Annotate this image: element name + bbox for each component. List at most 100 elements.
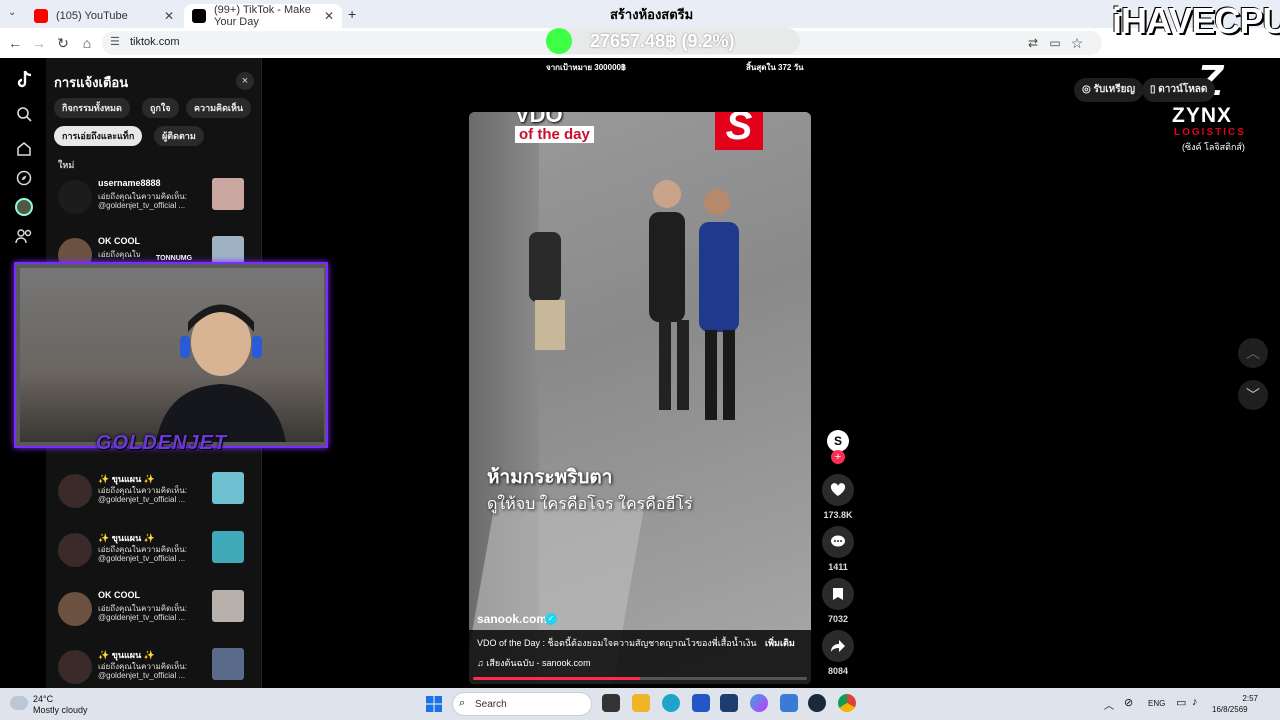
notification-user[interactable]: OK COOL [98,236,140,246]
notification-thumbnail[interactable] [212,531,244,563]
follow-plus-icon[interactable]: + [831,450,845,464]
cast-icon[interactable]: ▭ [1046,34,1064,52]
notification-thumbnail[interactable] [212,472,244,504]
taskbar-search[interactable]: ⌕ Search [452,692,592,716]
creator-avatar-icon[interactable]: S [827,430,849,452]
video-progress-bar[interactable] [473,677,807,680]
sponsor-sub: LOGISTICS [1174,127,1246,138]
edge-icon[interactable] [662,694,680,712]
like-count: 173.8K [823,510,853,520]
scroll-up-button[interactable]: ︿ [1238,338,1268,368]
video-player[interactable]: VDO of the day S ห้ามกระพริบตา ดูให้จบ ใ… [469,112,811,684]
new-tab-button[interactable]: + [348,6,356,22]
notifications-section-new: ใหม่ [58,160,75,170]
task-view-icon[interactable] [602,694,620,712]
tray-network-icon[interactable]: ⊘ [1124,696,1133,709]
bookmark-icon [833,588,843,600]
weather-desc[interactable]: Mostly cloudy [33,705,88,715]
taskbar-search-label: Search [475,699,507,710]
tray-wifi-icon[interactable]: ▭ [1176,696,1186,709]
chip-mentions[interactable]: การเอ่ยถึงและแท็ก [54,126,143,146]
coin-icon: ◎ [1082,84,1094,95]
notification-user[interactable]: OK COOL [98,590,140,600]
avatar[interactable] [58,533,92,567]
friends-icon[interactable] [14,226,34,246]
donate-progress-indicator [546,28,572,54]
tiktok-logo-icon[interactable] [14,70,34,90]
avatar[interactable] [58,650,92,684]
chip-all-activity[interactable]: กิจกรรมทั้งหมด [54,98,130,118]
download-app-button[interactable]: ▯ ดาวน์โหลด [1142,78,1216,102]
donate-days-left: สิ้นสุดใน 372 วัน [746,63,804,72]
sponsor-name: ZYNX [1172,104,1233,127]
translate-icon[interactable]: ⇄ [1024,34,1042,52]
tray-volume-icon[interactable]: ♪ [1192,696,1198,708]
notification-item[interactable]: OK COOL เอ่ยถึงคุณในความคิดเห็น: @golden… [54,590,254,630]
store-icon[interactable] [720,694,738,712]
file-explorer-icon[interactable] [632,694,650,712]
chip-comments[interactable]: ความคิดเห็น [186,98,252,118]
webcam-label: GOLDENJET [96,432,228,454]
windows-start-icon[interactable] [426,696,442,712]
save-button[interactable] [822,578,854,610]
notification-item[interactable]: ✨ ขุนแผน ✨ เอ่ยถึงคุณในความคิดเห็น: @gol… [54,531,254,571]
tab-tiktok[interactable]: (99+) TikTok - Make Your Day ✕ [184,4,342,28]
explore-icon[interactable] [14,168,34,188]
notification-thumbnail[interactable] [212,178,244,210]
close-icon[interactable]: ✕ [164,9,174,23]
chip-likes[interactable]: ถูกใจ [142,98,179,118]
video-description-bar: VDO of the Day : ช็อตนี้ต้องยอมใจความสัญ… [469,630,811,684]
comment-button[interactable] [822,526,854,558]
youtube-icon [34,9,48,23]
copilot-icon[interactable] [750,694,768,712]
close-icon[interactable]: × [236,72,254,90]
video-author[interactable]: sanook.com [477,612,547,626]
notification-item[interactable]: ✨ ขุนแผน ✨ เอ่ยถึงคุณในความคิดเห็น: @gol… [54,472,254,512]
search-icon[interactable] [14,104,34,124]
donate-amount: 27657.48฿ (9.2%) [590,31,735,51]
clock-time[interactable]: 2:57 [1234,694,1258,703]
chrome-icon[interactable] [838,694,856,712]
reload-icon[interactable]: ↻ [54,34,72,52]
forward-icon[interactable]: → [30,34,48,52]
notification-text: @goldenjet_tv_official ... [98,613,186,622]
get-coins-button[interactable]: ◎ รับเหรียญ [1074,78,1143,102]
notification-thumbnail[interactable] [212,590,244,622]
video-music[interactable]: ♫ เสียงต้นฉบับ - sanook.com [477,656,591,670]
chip-followers[interactable]: ผู้ติดตาม [154,126,204,146]
share-button[interactable] [822,630,854,662]
notification-thumbnail[interactable] [212,648,244,680]
video-logo-sub: of the day [515,126,594,143]
close-icon[interactable]: ✕ [324,9,334,23]
notification-user[interactable]: username8888 [98,178,161,188]
clock-date[interactable]: 16/8/2569 [1212,705,1248,714]
home-icon[interactable]: ⌂ [78,34,96,52]
tray-language[interactable]: ENG [1148,699,1165,708]
like-button[interactable] [822,474,854,506]
weather-icon[interactable] [10,696,28,710]
avatar[interactable] [58,592,92,626]
tab-youtube[interactable]: (105) YouTube ✕ [26,4,182,28]
save-count: 7032 [827,614,849,624]
avatar[interactable] [58,474,92,508]
site-info-icon[interactable]: ☰ [110,35,120,48]
bookmark-star-icon[interactable]: ☆ [1068,34,1086,52]
avatar[interactable] [58,180,92,214]
tab-list-button[interactable]: ⌄ [8,7,16,18]
steam-icon[interactable] [808,694,826,712]
video-description: VDO of the Day : ช็อตนี้ต้องยอมใจความสัญ… [477,638,757,648]
video-caption-title: ห้ามกระพริบตา [487,467,613,488]
tray-chevron-icon[interactable]: ︿ [1104,697,1114,712]
following-avatar-icon[interactable] [14,197,34,217]
back-icon[interactable]: ← [6,34,24,52]
home-icon[interactable] [14,138,34,158]
notification-item[interactable]: username8888 เอ่ยถึงคุณในความคิดเห็น: @g… [54,178,254,218]
url-text[interactable]: tiktok.com [130,36,180,48]
editor-app-icon[interactable] [692,694,710,712]
scroll-down-button[interactable]: ﹀ [1238,380,1268,410]
app-icon[interactable] [780,694,798,712]
video-more-button[interactable]: เพิ่มเติม [765,636,795,650]
notification-item[interactable]: ✨ ขุนแผน ✨ เอ่ยถึงคุณในความคิดเห็น: @gol… [54,648,254,688]
notification-text: @goldenjet_tv_official ... [98,201,186,210]
weather-temp[interactable]: 24°C [33,694,53,704]
